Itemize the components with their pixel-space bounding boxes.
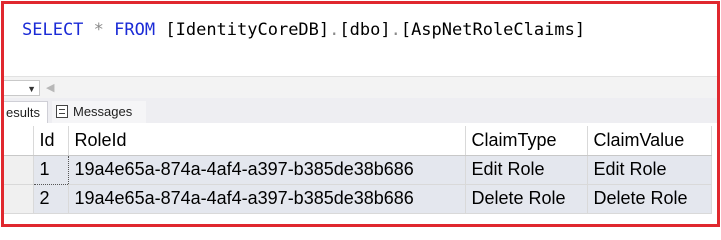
query-editor[interactable]: SELECT * FROM [IdentityCoreDB].[dbo].[As… — [4, 4, 717, 76]
table-row[interactable]: 1 19a4e65a-874a-4af4-a397-b385de38b686 E… — [4, 154, 712, 185]
sql-query-line: SELECT * FROM [IdentityCoreDB].[dbo].[As… — [22, 20, 585, 40]
cell-id[interactable]: 2 — [33, 184, 69, 214]
keyword-from: FROM — [114, 20, 156, 40]
column-header-roleid[interactable]: RoleId — [68, 126, 466, 156]
tab-messages-label: Messages — [73, 104, 133, 119]
zoom-dropdown[interactable]: ▼ — [4, 80, 40, 96]
tab-results-label: esults — [6, 105, 40, 120]
dot-separator: . — [329, 20, 340, 40]
header-row: Id RoleId ClaimType ClaimValue — [4, 126, 712, 156]
cell-roleid[interactable]: 19a4e65a-874a-4af4-a397-b385de38b686 — [68, 184, 466, 214]
chevron-down-icon: ▼ — [27, 84, 36, 94]
star-operator: * — [93, 20, 104, 40]
table-name: [AspNetRoleClaims] — [400, 20, 586, 40]
results-table: Id RoleId ClaimType ClaimValue 1 19a4e65… — [4, 126, 712, 214]
scroll-left-arrow-icon[interactable]: ◀ — [46, 81, 54, 95]
screenshot-frame: SELECT * FROM [IdentityCoreDB].[dbo].[As… — [1, 1, 720, 227]
messages-icon — [56, 105, 68, 118]
cell-roleid[interactable]: 19a4e65a-874a-4af4-a397-b385de38b686 — [68, 155, 466, 185]
cell-claimtype[interactable]: Edit Role — [465, 155, 588, 185]
zoom-scroll-strip: ▼ ◀ — [4, 76, 717, 99]
row-selector[interactable] — [4, 184, 34, 214]
cell-claimvalue[interactable]: Edit Role — [587, 155, 712, 185]
column-header-claimvalue[interactable]: ClaimValue — [587, 126, 712, 156]
column-header-claimtype[interactable]: ClaimType — [465, 126, 588, 156]
row-number-header — [4, 126, 34, 156]
results-grid: Id RoleId ClaimType ClaimValue 1 19a4e65… — [4, 123, 717, 224]
database-name: [IdentityCoreDB] — [165, 20, 330, 40]
tab-results[interactable]: esults — [4, 101, 48, 123]
tab-messages[interactable]: Messages — [52, 101, 146, 123]
row-selector[interactable] — [4, 155, 34, 185]
cell-id[interactable]: 1 — [32, 154, 69, 185]
cell-claimvalue[interactable]: Delete Role — [587, 184, 712, 214]
cell-claimtype[interactable]: Delete Role — [465, 184, 588, 214]
dot-separator: . — [390, 20, 401, 40]
table-row[interactable]: 2 19a4e65a-874a-4af4-a397-b385de38b686 D… — [4, 184, 712, 214]
schema-name: [dbo] — [339, 20, 391, 40]
keyword-select: SELECT — [22, 20, 84, 40]
column-header-id[interactable]: Id — [33, 126, 69, 156]
results-tab-bar: esults Messages — [4, 98, 717, 123]
